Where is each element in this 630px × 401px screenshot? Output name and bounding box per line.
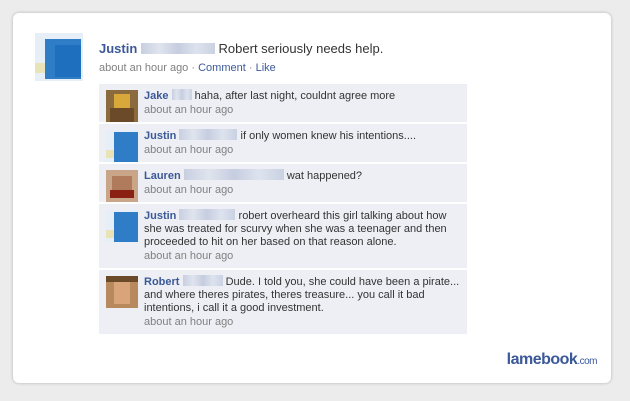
status-post: Justin Robert seriously needs help. abou… (99, 41, 599, 74)
redacted-surname (179, 129, 238, 140)
comment-timestamp: about an hour ago (144, 316, 234, 328)
comment-author-link[interactable]: Jake (144, 90, 168, 102)
comment-list: Jake haha, after last night, couldnt agr… (99, 84, 467, 336)
redacted-surname (140, 43, 215, 54)
commenter-avatar[interactable] (106, 90, 138, 122)
comment-item: Jake haha, after last night, couldnt agr… (99, 84, 467, 122)
brand-name: lamebook (506, 351, 578, 368)
comment-item: Justin if only women knew his intentions… (99, 124, 467, 162)
comment-item: Lauren wat happened? about an hour ago (99, 164, 467, 202)
comment-timestamp: about an hour ago (144, 104, 234, 116)
separator: · (191, 62, 196, 74)
commenter-avatar[interactable] (106, 210, 138, 242)
comment-author-link[interactable]: Justin (144, 130, 176, 142)
comment-author-link[interactable]: Robert (144, 276, 179, 288)
post-text: Robert seriously needs help. (218, 41, 384, 56)
redacted-surname (171, 89, 192, 100)
comment-timestamp: about an hour ago (144, 144, 234, 156)
brand-suffix: .com (577, 356, 597, 367)
comment-link[interactable]: Comment (198, 62, 246, 74)
redacted-surname (179, 209, 236, 220)
lamebook-logo: lamebook.com (506, 351, 598, 369)
comment-text: haha, after last night, couldnt agree mo… (194, 90, 396, 102)
separator: · (248, 62, 253, 74)
like-link[interactable]: Like (256, 62, 276, 74)
post-timestamp[interactable]: about an hour ago (99, 62, 188, 74)
comment-timestamp: about an hour ago (144, 250, 234, 262)
redacted-surname (182, 275, 223, 286)
comment-item: Robert Dude. I told you, she could have … (99, 270, 467, 334)
author-avatar[interactable] (35, 33, 83, 81)
post-author-link[interactable]: Justin (99, 41, 137, 56)
commenter-avatar[interactable] (106, 130, 138, 162)
comment-author-link[interactable]: Lauren (144, 170, 181, 182)
comment-item: Justin robert overheard this girl talkin… (99, 204, 467, 268)
commenter-avatar[interactable] (106, 276, 138, 308)
post-card: Justin Robert seriously needs help. abou… (13, 13, 611, 383)
redacted-surname (183, 169, 284, 180)
comment-text: wat happened? (286, 170, 363, 182)
comment-timestamp: about an hour ago (144, 184, 234, 196)
comment-text: if only women knew his intentions.... (240, 130, 417, 142)
comment-author-link[interactable]: Justin (144, 210, 176, 222)
commenter-avatar[interactable] (106, 170, 138, 202)
